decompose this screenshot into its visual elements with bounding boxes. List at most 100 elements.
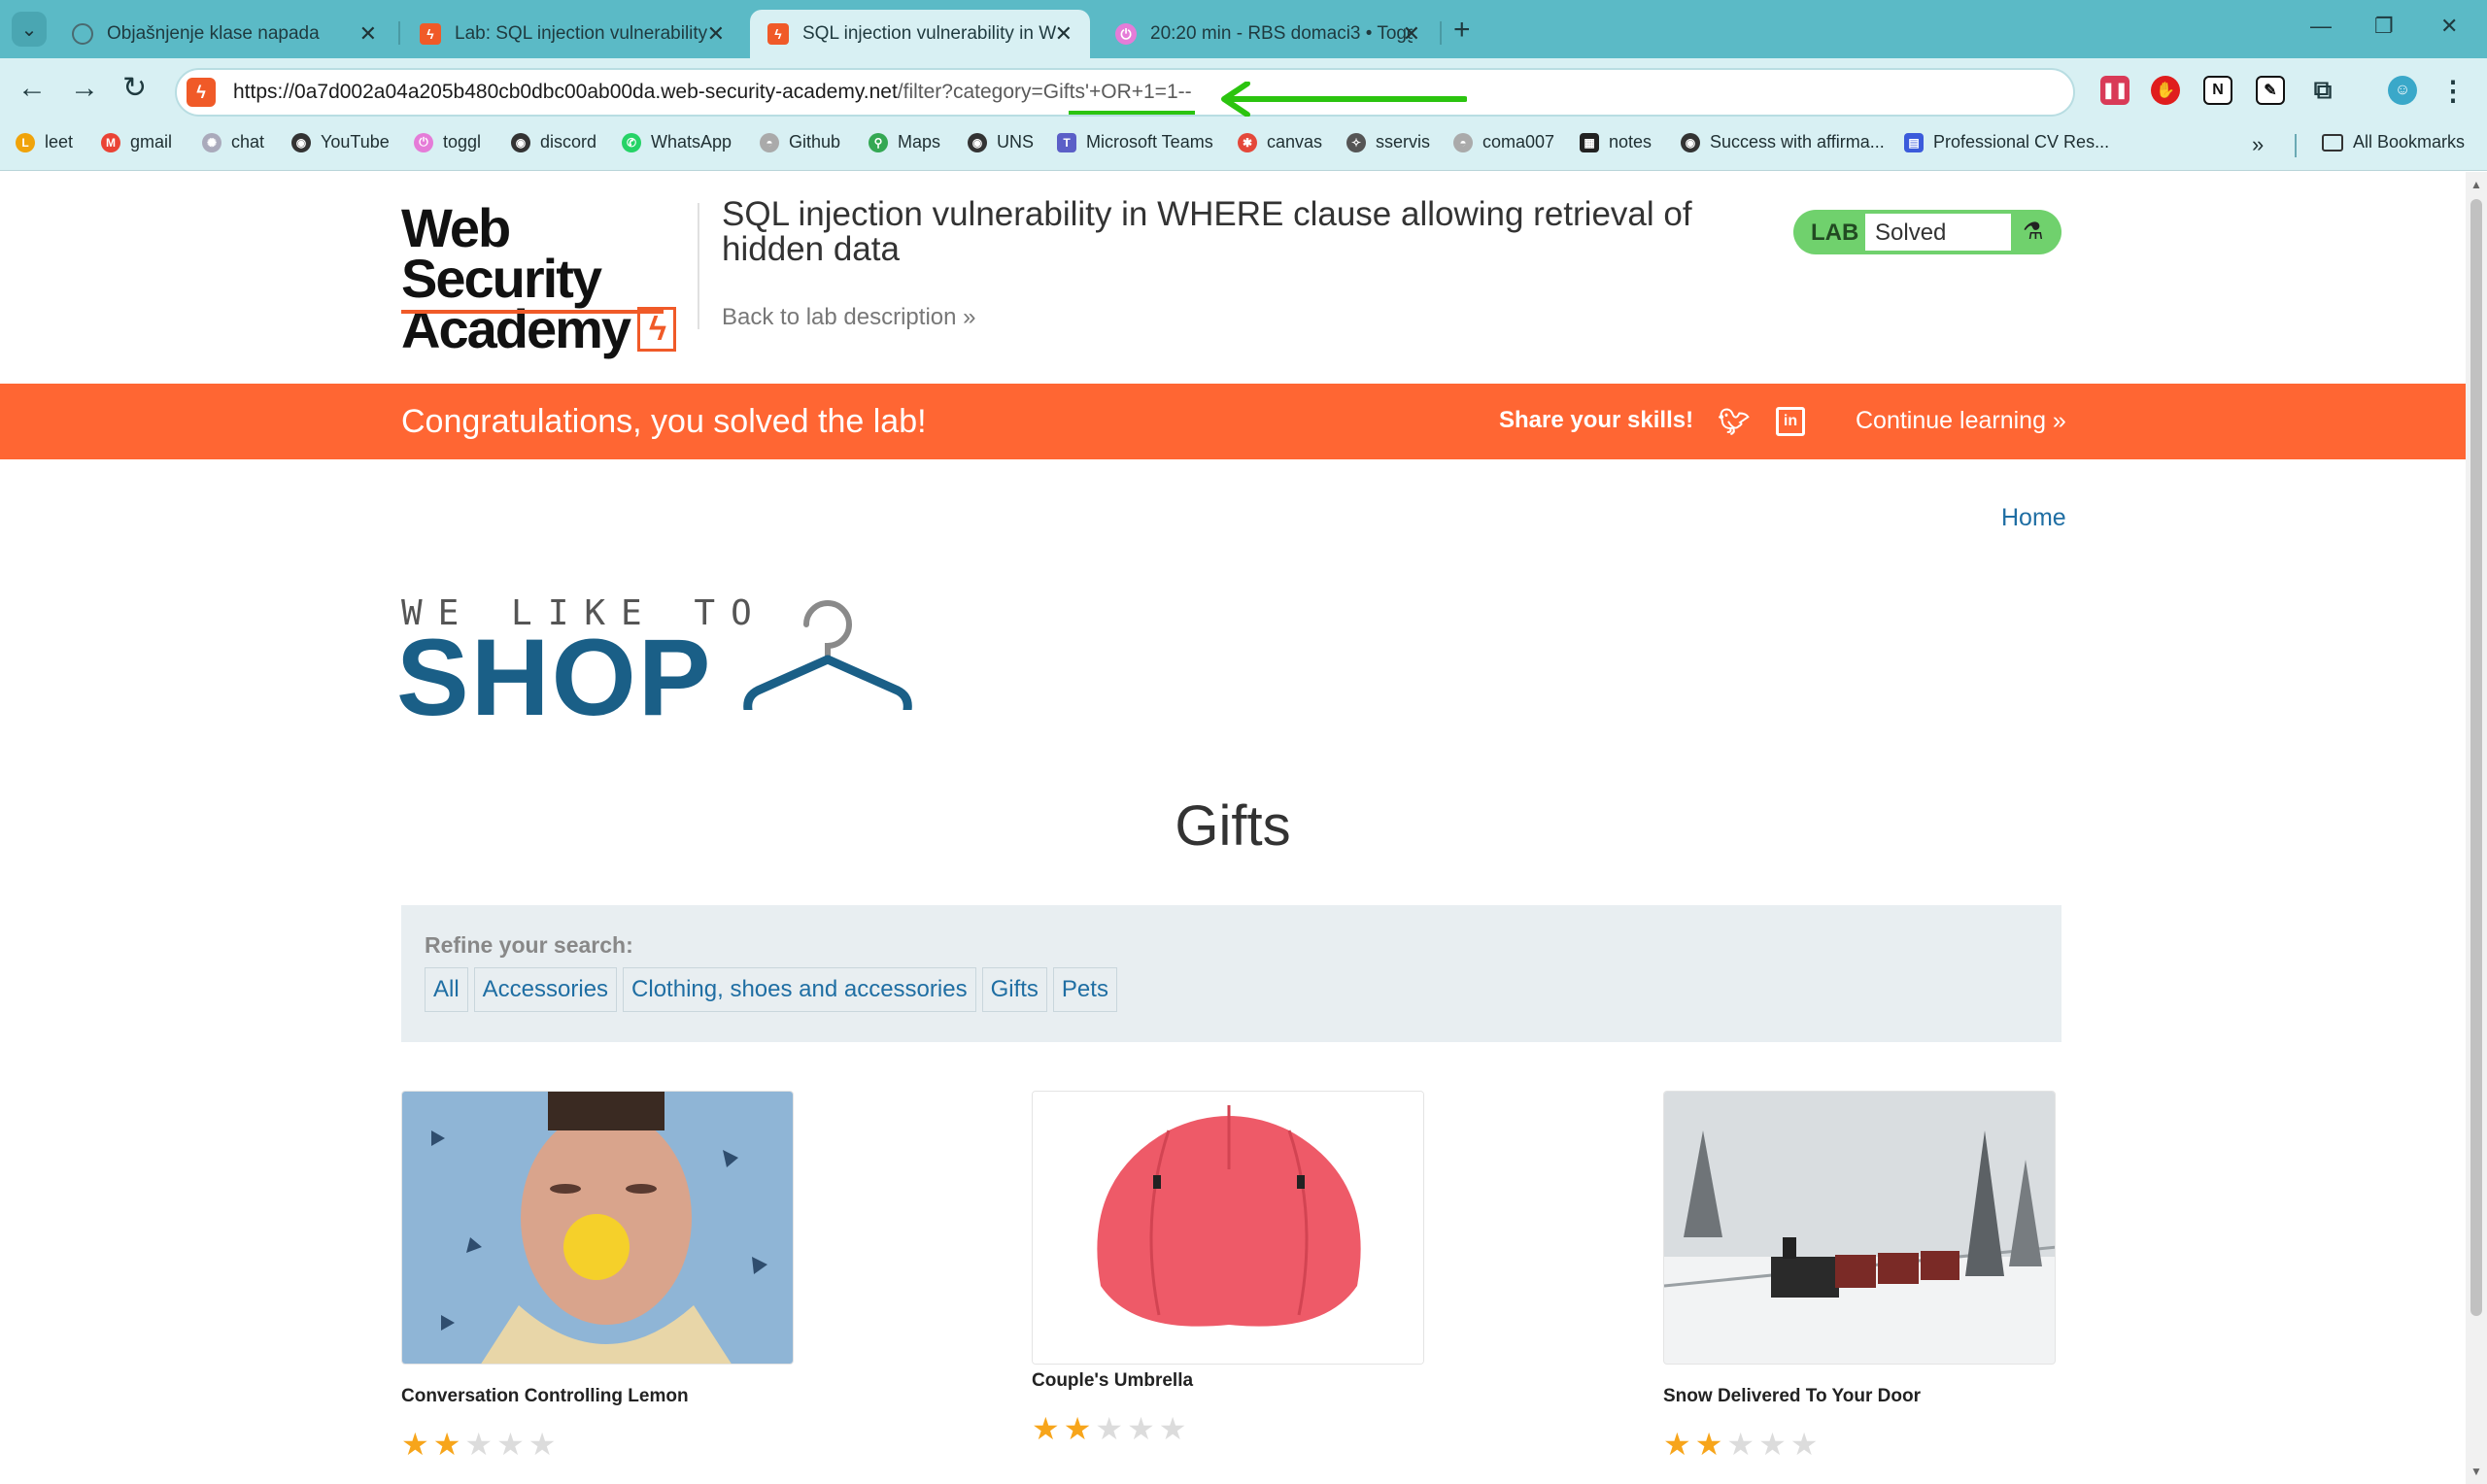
profile-avatar-icon[interactable]: ☺ [2388, 76, 2417, 105]
product-name[interactable]: Snow Delivered To Your Door [1663, 1386, 2056, 1407]
tab-title: Objašnjenje klase napada [107, 23, 320, 44]
bookmark-maps[interactable]: ⚲ Maps [869, 132, 940, 152]
back-arrow-icon[interactable]: ← [17, 74, 47, 103]
new-tab-button[interactable]: + [1453, 14, 1471, 47]
bookmark-discord[interactable]: ◉ discord [511, 132, 596, 152]
more-bookmarks-icon[interactable]: » [2252, 132, 2264, 157]
cv-icon: ▤ [1904, 132, 1924, 152]
star-filled-icon: ★ [1063, 1411, 1092, 1446]
portswigger-icon: ϟ [420, 23, 441, 45]
star-empty-icon: ★ [1789, 1427, 1819, 1462]
page-scrollbar[interactable]: ▲ ▼ [2466, 172, 2487, 1484]
restore-icon[interactable]: ❐ [2374, 14, 2394, 39]
back-to-description-link[interactable]: Back to lab description » [722, 304, 975, 331]
refine-label: Refine your search: [425, 932, 633, 958]
github-icon: ◓ [1453, 132, 1473, 152]
bookmark-teams[interactable]: T Microsoft Teams [1057, 132, 1213, 152]
close-icon[interactable]: ✕ [1055, 21, 1073, 47]
shop-name: SHOP [396, 617, 713, 738]
toggl-icon: ⏻ [414, 132, 433, 152]
filter-clothing[interactable]: Clothing, shoes and accessories [623, 967, 976, 1012]
product-image-lemon[interactable] [401, 1091, 794, 1365]
linkedin-icon[interactable]: in [1776, 407, 1805, 436]
adblock-extension-icon[interactable]: ✋ [2151, 76, 2180, 105]
more-menu-icon[interactable]: ⋮ [2438, 76, 2468, 106]
extensions-puzzle-icon[interactable]: ⧉ [2308, 75, 2337, 105]
address-bar[interactable]: ϟ https://0a7d002a04a205b480cb0dbc00ab00… [175, 68, 2075, 117]
url-text[interactable]: https://0a7d002a04a205b480cb0dbc00ab00da… [233, 81, 1192, 104]
star-empty-icon: ★ [1095, 1411, 1124, 1446]
close-icon[interactable]: ✕ [707, 21, 725, 47]
gmail-icon: M [101, 132, 120, 152]
bookmark-coma007[interactable]: ◓ coma007 [1453, 132, 1554, 152]
site-favicon-icon: ϟ [187, 78, 216, 107]
star-empty-icon: ★ [1127, 1411, 1155, 1446]
close-icon[interactable]: ✕ [359, 21, 377, 47]
star-empty-icon: ★ [1726, 1427, 1755, 1462]
minimize-icon[interactable]: — [2310, 14, 2332, 39]
product-card[interactable]: Snow Delivered To Your Door ★ ★ ★ ★ ★ [1663, 1091, 2056, 1460]
bookmark-cv[interactable]: ▤ Professional CV Res... [1904, 132, 2109, 152]
tab-1[interactable]: Objašnjenje klase napada ✕ [54, 10, 394, 58]
star-empty-icon: ★ [528, 1427, 557, 1462]
bookmark-leet[interactable]: Lleet [16, 132, 73, 152]
bookmark-github[interactable]: ◓ Github [760, 132, 840, 152]
tab-3-active[interactable]: ϟ SQL injection vulnerability in W ✕ [750, 10, 1090, 58]
product-image-train[interactable] [1663, 1091, 2056, 1365]
star-empty-icon: ★ [1158, 1411, 1187, 1446]
bookmark-uns[interactable]: ◉ UNS [968, 132, 1034, 152]
tab-search-button[interactable]: ⌄ [12, 12, 47, 47]
product-image-umbrella[interactable] [1032, 1091, 1424, 1365]
twitter-icon[interactable]: 🐦︎ [1719, 407, 1751, 436]
bookmark-canvas[interactable]: ✱ canvas [1238, 132, 1322, 152]
logo-underline [401, 310, 664, 314]
scroll-thumb[interactable] [2470, 199, 2482, 1316]
bookmark-notes[interactable]: ▦ notes [1580, 132, 1652, 152]
product-card[interactable]: Couple's Umbrella ★ ★ ★ ★ ★ [1032, 1091, 1424, 1444]
product-name[interactable]: Conversation Controlling Lemon [401, 1386, 794, 1407]
bookmark-affirmations[interactable]: ◉ Success with affirma... [1681, 132, 1885, 152]
github-icon: ◓ [760, 132, 779, 152]
category-filters: All Accessories Clothing, shoes and acce… [425, 967, 1117, 1012]
sservis-icon: ✧ [1346, 132, 1366, 152]
bookmarks-divider [2295, 134, 2297, 157]
tab-2[interactable]: ϟ Lab: SQL injection vulnerability ✕ [402, 10, 742, 58]
forward-arrow-icon[interactable]: → [70, 74, 99, 103]
product-name[interactable]: Couple's Umbrella [1032, 1370, 1424, 1392]
flask-icon: ⚗ [2023, 219, 2044, 245]
lab-title: SQL injection vulnerability in WHERE cla… [722, 195, 1692, 268]
scroll-up-icon[interactable]: ▲ [2470, 178, 2482, 191]
close-window-icon[interactable]: ✕ [2440, 14, 2458, 39]
bookmark-whatsapp[interactable]: ✆ WhatsApp [622, 132, 732, 152]
close-icon[interactable]: ✕ [1403, 21, 1420, 47]
filter-gifts[interactable]: Gifts [981, 967, 1047, 1012]
reload-icon[interactable]: ↻ [122, 74, 147, 103]
star-empty-icon: ★ [464, 1427, 494, 1462]
bookmark-toggl[interactable]: ⏻ toggl [414, 132, 481, 152]
scroll-down-icon[interactable]: ▼ [2470, 1465, 2482, 1478]
tab-4[interactable]: ⏻ 20:20 min - RBS domaci3 • Toggl ✕ [1098, 10, 1438, 58]
logo-line-1: Web Security [401, 197, 602, 309]
web-security-academy-logo[interactable]: Web Security Academy ϟ [401, 197, 693, 356]
pause-extension-icon[interactable]: ❚❚ [2100, 76, 2129, 105]
all-bookmarks-folder[interactable]: All Bookmarks [2322, 132, 2465, 152]
bookmark-youtube[interactable]: ◉ YouTube [291, 132, 390, 152]
bookmark-gmail[interactable]: Mgmail [101, 132, 172, 152]
filter-accessories[interactable]: Accessories [473, 967, 618, 1012]
toggl-icon: ⏻ [1115, 23, 1137, 45]
refine-search-panel: Refine your search: All Accessories Clot… [401, 905, 2061, 1042]
lab-badge: LAB [1811, 219, 1859, 246]
filter-pets[interactable]: Pets [1052, 967, 1117, 1012]
edit-extension-icon[interactable]: ✎ [2256, 76, 2285, 105]
bookmark-chat[interactable]: ✺ chat [202, 132, 264, 152]
continue-learning-link[interactable]: Continue learning » [1856, 407, 2066, 435]
url-path: /filter?category=Gifts'+OR+1=1-- [897, 81, 1192, 103]
product-card[interactable]: Conversation Controlling Lemon ★ ★ ★ ★ ★ [401, 1091, 794, 1460]
filter-all[interactable]: All [425, 967, 468, 1012]
chatgpt-icon [72, 23, 93, 45]
bookmark-sservis[interactable]: ✧ sservis [1346, 132, 1430, 152]
bookmarks-bar: Lleet Mgmail ✺ chat ◉ YouTube ⏻ toggl ◉ disc… [0, 120, 2487, 171]
globe-icon: ◉ [291, 132, 311, 152]
home-link[interactable]: Home [2001, 504, 2066, 532]
notion-extension-icon[interactable]: N [2203, 76, 2232, 105]
